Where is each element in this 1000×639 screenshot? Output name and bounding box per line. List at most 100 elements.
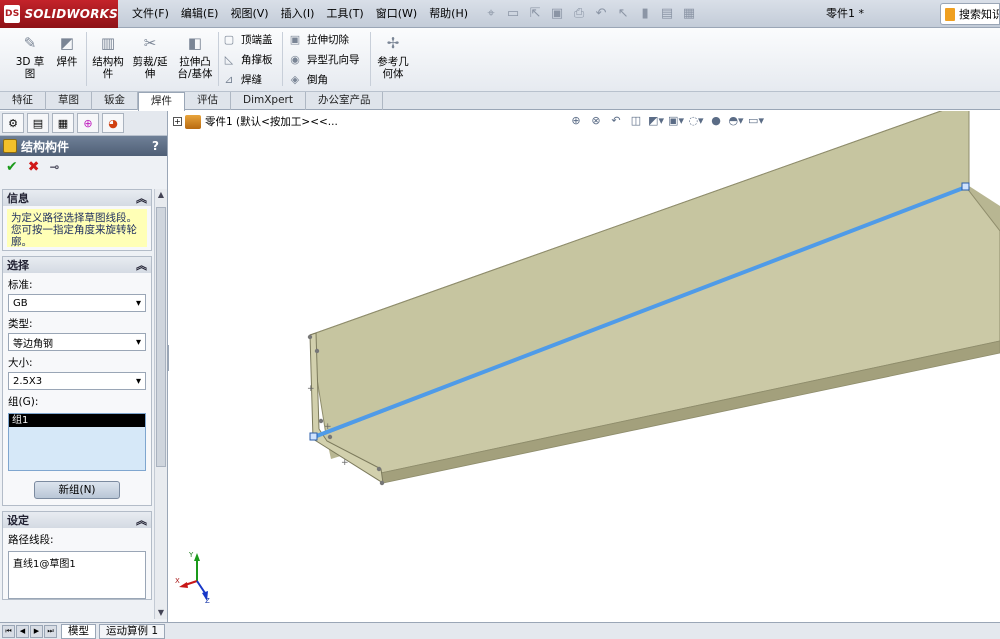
collapse-chevron-icon[interactable]: ︽ <box>136 190 147 206</box>
info-group-header[interactable]: 信息 ︽ <box>3 190 151 206</box>
pin-icon[interactable]: ⌖ <box>480 0 502 28</box>
panel-scrollbar[interactable]: ▲ ▼ <box>154 189 167 619</box>
help-icon[interactable]: ? <box>152 139 159 153</box>
menu-file[interactable]: 文件(F) <box>126 0 175 28</box>
end-cap-button[interactable]: ▢ 顶端盖 <box>222 30 273 48</box>
options-icon[interactable]: ▦ <box>678 0 700 28</box>
manager-tabs: ⚙ ▤ ▦ ⊕ ◕ <box>0 111 167 136</box>
path-segments-label: 路径线段: <box>8 534 54 546</box>
trim-extend-button[interactable]: ✂ 剪裁/延 伸 <box>130 32 170 81</box>
feature-manager-icon[interactable]: ⚙ <box>2 113 24 133</box>
collapse-chevron-icon[interactable]: ︽ <box>136 512 147 528</box>
tab-sketch[interactable]: 草图 <box>46 92 92 110</box>
tab-evaluate[interactable]: 评估 <box>185 92 231 110</box>
cancel-x-icon[interactable]: ✖ <box>28 159 40 175</box>
new-document-icon[interactable]: ▭ <box>502 0 524 28</box>
dimxpert-manager-icon[interactable]: ⊕ <box>77 113 99 133</box>
next-tab-arrow-icon[interactable]: ▶ <box>30 624 43 638</box>
tab-dimxpert[interactable]: DimXpert <box>231 92 306 110</box>
profile-sketch-point <box>379 480 385 486</box>
menu-window[interactable]: 窗口(W) <box>370 0 423 28</box>
chamfer-icon: ◈ <box>290 72 300 86</box>
search-placeholder: 搜索知识库 <box>959 8 999 21</box>
info-group: 信息 ︽ 为定义路径选择草图线段。您可按一指定角度来旋转轮廓。 <box>2 189 152 251</box>
reference-triad: Y X Z <box>175 551 210 605</box>
settings-group-header[interactable]: 设定 ︽ <box>3 512 151 528</box>
last-tab-arrow-icon[interactable]: ⏭ <box>44 624 57 638</box>
command-manager: ✎ 3D 草图 ◩ 焊件 ▥ 结构构 件 ✂ 剪裁/延 伸 ◧ 拉伸凸 台/基体… <box>0 28 1000 92</box>
rebuild-icon[interactable]: ▮ <box>634 0 656 28</box>
prev-tab-arrow-icon[interactable]: ◀ <box>16 624 29 638</box>
configuration-manager-icon[interactable]: ▦ <box>52 113 74 133</box>
property-manager-title: 结构构件 <box>21 139 70 154</box>
collapse-chevron-icon[interactable]: ︽ <box>136 257 147 273</box>
graphics-area[interactable]: + 零件1 (默认<按加工><<... ⊕ ⊗ ↶ ◫ ◩▾ ▣▾ ◌▾ ● ◓… <box>169 111 1000 622</box>
action-buttons: ✔ ✖ ⊸ <box>0 156 167 178</box>
group-list[interactable]: 组1 <box>8 413 146 471</box>
hole-wizard-button[interactable]: ◉ 异型孔向导 <box>288 50 359 68</box>
scroll-down-icon[interactable]: ▼ <box>155 607 167 619</box>
sketch3d-button[interactable]: ✎ 3D 草图 <box>12 32 48 81</box>
path-segment-item[interactable]: 直线1@草图1 <box>13 555 141 570</box>
undo-icon[interactable]: ↶ <box>590 0 612 28</box>
extruded-cut-button[interactable]: ▣ 拉伸切除 <box>288 30 349 48</box>
ribbon-separator <box>282 32 283 86</box>
search-input[interactable]: 搜索知识库 <box>940 3 1000 25</box>
solidworks-logo[interactable]: DS SOLIDWORKS <box>0 0 118 28</box>
end-cap-icon: ▢ <box>223 32 235 46</box>
group-list-item[interactable]: 组1 <box>9 414 145 427</box>
select-icon[interactable]: ↖ <box>612 0 634 28</box>
display-manager-icon[interactable]: ◕ <box>102 113 124 133</box>
chamfer-button[interactable]: ◈ 倒角 <box>288 70 328 88</box>
menu-tools[interactable]: 工具(T) <box>320 0 369 28</box>
open-icon[interactable]: ⇱ <box>524 0 546 28</box>
path-endpoint-handle[interactable] <box>961 182 970 191</box>
menu-view[interactable]: 视图(V) <box>224 0 274 28</box>
tab-model[interactable]: 模型 <box>61 623 96 639</box>
save-icon[interactable]: ▣ <box>546 0 568 28</box>
command-tabs: 特征 草图 钣金 焊件 评估 DimXpert 办公室产品 <box>0 92 1000 111</box>
ribbon-separator <box>86 32 87 86</box>
gusset-button[interactable]: ◺ 角撑板 <box>222 50 273 68</box>
profile-plus-marker: + <box>341 458 349 468</box>
menu-insert[interactable]: 插入(I) <box>275 0 321 28</box>
menu-edit[interactable]: 编辑(E) <box>175 0 225 28</box>
tab-weldments[interactable]: 焊件 <box>138 92 185 111</box>
property-manager-header: 结构构件 ? <box>0 136 167 156</box>
property-manager-icon[interactable]: ▤ <box>27 113 49 133</box>
weld-bead-button[interactable]: ⊿ 焊缝 <box>222 70 262 88</box>
dropdown-arrow-icon: ▾ <box>135 375 141 387</box>
path-segments-list[interactable]: 直线1@草图1 <box>8 551 146 599</box>
ds-logo-icon: DS <box>4 4 21 23</box>
structural-member-icon <box>3 139 17 153</box>
pushpin-icon[interactable]: ⊸ <box>49 160 59 174</box>
reference-geometry-button[interactable]: ✢ 参考几 何体 <box>374 32 412 81</box>
scroll-up-icon[interactable]: ▲ <box>155 189 167 201</box>
menu-help[interactable]: 帮助(H) <box>423 0 474 28</box>
tab-motion-study[interactable]: 运动算例 1 <box>99 623 166 639</box>
standard-select[interactable]: GB ▾ <box>8 294 146 312</box>
print-icon[interactable]: ⎙ <box>568 0 590 28</box>
path-endpoint-handle[interactable] <box>309 432 318 441</box>
file-properties-icon[interactable]: ▤ <box>656 0 678 28</box>
tab-sheet-metal[interactable]: 钣金 <box>92 92 138 110</box>
profile-sketch-point <box>307 334 313 340</box>
size-select[interactable]: 2.5X3 ▾ <box>8 372 146 390</box>
selection-group-header[interactable]: 选择 ︽ <box>3 257 151 273</box>
first-tab-arrow-icon[interactable]: ⏮ <box>2 624 15 638</box>
angle-steel-model[interactable]: + + + <box>169 111 1000 622</box>
quick-access-toolbar: ⌖ ▭ ⇱ ▣ ⎙ ↶ ↖ ▮ ▤ ▦ <box>480 0 700 28</box>
extruded-boss-button[interactable]: ◧ 拉伸凸 台/基体 <box>175 32 215 81</box>
scrollbar-thumb[interactable] <box>156 207 166 467</box>
standard-label: 标准: <box>8 279 33 291</box>
structural-member-button[interactable]: ▥ 结构构 件 <box>90 32 126 81</box>
tab-office-products[interactable]: 办公室产品 <box>306 92 384 110</box>
weldment-button[interactable]: ◩ 焊件 <box>54 32 80 69</box>
settings-group: 设定 ︽ 路径线段: 直线1@草图1 <box>2 511 152 600</box>
triad-z-axis <box>196 580 206 594</box>
dropdown-arrow-icon: ▾ <box>135 336 141 348</box>
tab-features[interactable]: 特征 <box>0 92 46 110</box>
type-select[interactable]: 等边角钢 ▾ <box>8 333 146 351</box>
ok-check-icon[interactable]: ✔ <box>6 159 18 175</box>
new-group-button[interactable]: 新组(N) <box>34 481 120 499</box>
